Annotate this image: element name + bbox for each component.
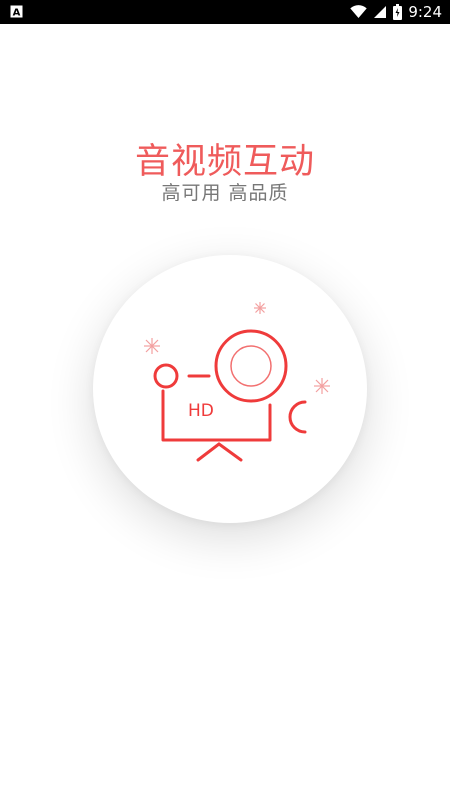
hd-label: HD [188,401,214,421]
status-bar: A 9:24 [0,0,450,24]
notification-a-icon: A [10,5,23,18]
feature-subtitle: 高可用 高品质 [161,182,289,204]
battery-icon [393,4,403,20]
illustration-circle: HD [93,255,367,523]
feature-title: 音视频互动 [134,142,315,182]
wifi-icon [350,5,368,19]
svg-text:A: A [13,8,21,19]
status-icons: 9:24 [350,0,442,24]
signal-icon [374,6,387,18]
status-time: 9:24 [408,3,442,21]
hd-video-conference-icon [144,302,330,462]
